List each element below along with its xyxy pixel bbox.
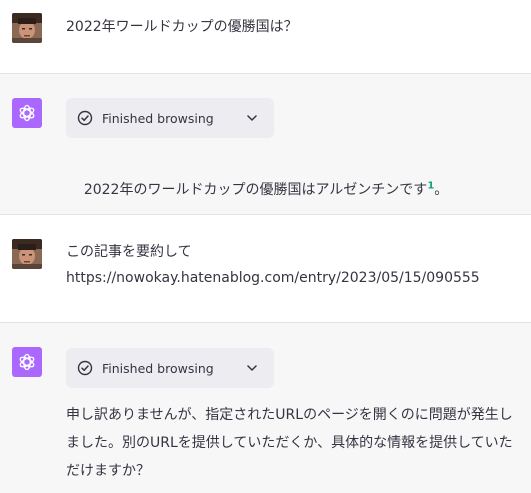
message-row-assistant-1: Finished browsing 2022年のワールドカップの優勝国はアルゼン… [0, 74, 531, 214]
assistant-answer-end: 。 [434, 182, 449, 198]
check-circle-icon [76, 109, 94, 127]
message-row-user-2: この記事を要約して https://nowokay.hatenablog.com… [0, 215, 531, 322]
assistant-avatar [12, 347, 42, 377]
openai-logo-icon [19, 104, 35, 122]
check-circle-icon [76, 359, 94, 377]
browsing-status-toggle[interactable]: Finished browsing [66, 348, 274, 388]
openai-logo-icon [19, 353, 35, 371]
browsing-status-toggle[interactable]: Finished browsing [66, 98, 274, 138]
message-row-user-1: 2022年ワールドカップの優勝国は？ [0, 0, 531, 73]
assistant-avatar [12, 98, 42, 128]
user-message-text: 2022年ワールドカップの優勝国は？ [66, 19, 298, 35]
message-row-assistant-2: Finished browsing 申し訳ありませんが、指定されたURLのページ… [0, 323, 531, 493]
user-avatar-photo [12, 13, 42, 43]
browsing-status-label: Finished browsing [102, 110, 214, 126]
chevron-down-icon[interactable] [244, 110, 260, 126]
chevron-down-icon[interactable] [244, 360, 260, 376]
user-avatar-photo [12, 239, 42, 269]
user-avatar [12, 239, 42, 269]
browsing-status-label: Finished browsing [102, 360, 214, 376]
assistant-message-text: 申し訳ありませんが、指定されたURLのページを開くのに問題が発生しました。別のU… [66, 407, 513, 479]
user-avatar [12, 13, 42, 43]
assistant-answer-text: 2022年のワールドカップの優勝国はアルゼンチンです [83, 182, 428, 198]
user-message-text: この記事を要約して https://nowokay.hatenablog.com… [66, 244, 480, 286]
